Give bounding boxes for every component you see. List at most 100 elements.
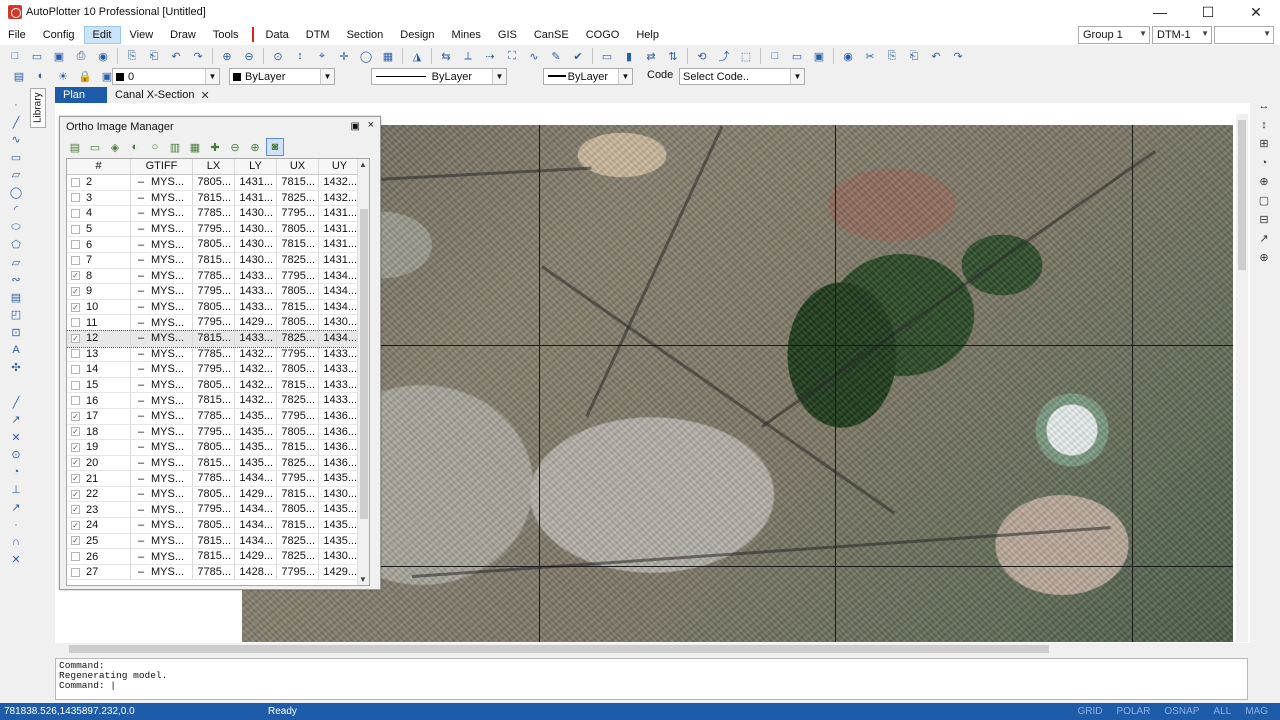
tab-plan[interactable]: Plan bbox=[55, 87, 107, 103]
save-icon[interactable]: ▣ bbox=[50, 47, 68, 65]
grid-icon[interactable]: ⊞ bbox=[1255, 134, 1273, 153]
table-row[interactable]: 14– MYS... 7795... 1432... 7805... 1433... bbox=[67, 362, 369, 378]
copy-icon[interactable]: ⎗ bbox=[145, 47, 163, 65]
match-icon[interactable]: ↷ bbox=[189, 47, 207, 65]
visibility-checkbox[interactable] bbox=[71, 193, 80, 203]
rotate-icon[interactable]: ◔ bbox=[1255, 153, 1273, 172]
menu-section[interactable]: Section bbox=[339, 27, 392, 43]
visibility-checkbox[interactable] bbox=[71, 349, 80, 359]
table-row[interactable]: 3– MYS... 7815... 1431... 7825... 1432... bbox=[67, 190, 369, 207]
circle-icon[interactable]: ⇢ bbox=[481, 47, 499, 65]
visibility-checkbox[interactable]: ✓ bbox=[71, 458, 80, 468]
visibility-checkbox[interactable]: ✓ bbox=[71, 411, 80, 421]
status-mode-polar[interactable]: POLAR bbox=[1117, 706, 1151, 717]
menu-draw[interactable]: Draw bbox=[162, 27, 204, 43]
scroll-down-icon[interactable]: ▼ bbox=[359, 575, 367, 584]
table-row[interactable]: 4– MYS... 7785... 1430... 7795... 1431... bbox=[67, 206, 369, 222]
table-row[interactable]: 16– MYS... 7815... 1432... 7825... 1433... bbox=[67, 393, 369, 409]
lineweight-combo[interactable]: ByLayer ▼ bbox=[543, 68, 633, 85]
intersection-icon[interactable]: ✕ bbox=[7, 429, 25, 447]
close-button[interactable]: ✕ bbox=[1232, 0, 1280, 24]
table-row[interactable]: 11– MYS... 7795... 1429... 7805... 1430... bbox=[67, 315, 369, 331]
status-mode-all[interactable]: ALL bbox=[1213, 706, 1231, 717]
scroll-up-icon[interactable]: ▲ bbox=[359, 160, 367, 169]
library-tab[interactable]: Library bbox=[30, 88, 46, 128]
insert-icon[interactable]: ▭ bbox=[788, 47, 806, 65]
mirror-icon[interactable]: ✎ bbox=[547, 47, 565, 65]
ellipse-icon[interactable]: ⬭ bbox=[7, 219, 25, 237]
table-row[interactable]: 2– MYS... 7805... 1431... 7815... 1432... bbox=[67, 175, 369, 191]
menu-canse[interactable]: CanSE bbox=[526, 27, 577, 43]
menu-file[interactable]: File bbox=[0, 27, 34, 43]
visibility-checkbox[interactable]: ✓ bbox=[71, 427, 80, 437]
extend-icon[interactable]: ⇄ bbox=[642, 47, 660, 65]
hatch-icon[interactable]: ▤ bbox=[7, 289, 25, 307]
block-icon[interactable]: □ bbox=[766, 47, 784, 65]
table-row[interactable]: 13– MYS... 7785... 1432... 7795... 1433... bbox=[67, 346, 369, 363]
open-icon[interactable]: ▭ bbox=[28, 47, 46, 65]
table-row[interactable]: ✓ 18– MYS... 7795... 1435... 7805... 1436... bbox=[67, 424, 369, 441]
line-left-icon[interactable]: ▭ bbox=[598, 47, 616, 65]
zoom-extents-icon[interactable]: ◯ bbox=[357, 47, 375, 65]
maximize-button[interactable]: ☐ bbox=[1184, 0, 1232, 24]
minus-icon[interactable]: ⊖ bbox=[226, 138, 244, 156]
visibility-checkbox[interactable] bbox=[71, 318, 80, 328]
rectangle-icon[interactable]: ▭ bbox=[7, 149, 25, 167]
offset-icon[interactable]: ↷ bbox=[949, 47, 967, 65]
color-combo[interactable]: ByLayer ▼ bbox=[229, 68, 335, 85]
menu-gis[interactable]: GIS bbox=[490, 27, 525, 43]
open-folder-icon[interactable]: ▭ bbox=[86, 138, 104, 156]
table-row[interactable]: 27– MYS... 7785... 1428... 7795... 1429... bbox=[67, 564, 369, 581]
visibility-checkbox[interactable]: ✓ bbox=[71, 536, 80, 546]
menu-design[interactable]: Design bbox=[392, 27, 442, 43]
trim-icon[interactable]: ⎘ bbox=[883, 47, 901, 65]
status-mode-grid[interactable]: GRID bbox=[1078, 706, 1103, 717]
add-image-icon[interactable]: ▤ bbox=[66, 138, 84, 156]
array-icon[interactable]: ✔ bbox=[569, 47, 587, 65]
orbit-icon[interactable]: ◮ bbox=[408, 47, 426, 65]
polyline-icon[interactable]: ∿ bbox=[7, 131, 25, 149]
column-header[interactable]: # bbox=[67, 159, 131, 174]
delete-icon[interactable]: ✕ bbox=[7, 551, 25, 569]
visibility-checkbox[interactable]: ✓ bbox=[71, 505, 80, 515]
command-input[interactable]: Command: | bbox=[59, 681, 1244, 691]
close-icon[interactable]: ✕ bbox=[201, 89, 210, 102]
spline-icon[interactable]: ∾ bbox=[7, 271, 25, 289]
polyline-icon[interactable]: ⇅ bbox=[664, 47, 682, 65]
visibility-checkbox[interactable] bbox=[71, 567, 80, 577]
bulb-icon[interactable]: ◐ bbox=[32, 67, 50, 85]
table-row[interactable]: ✓ 22– MYS... 7805... 1429... 7815... 1430... bbox=[67, 486, 369, 503]
table-row[interactable]: ✓ 24– MYS... 7805... 1434... 7815... 1435... bbox=[67, 518, 369, 534]
visibility-checkbox[interactable]: ✓ bbox=[71, 333, 80, 343]
zoom-in-icon[interactable]: ⌖ bbox=[313, 47, 331, 65]
visibility-checkbox[interactable] bbox=[71, 396, 80, 406]
construction-line-icon[interactable]: ╱ bbox=[7, 394, 25, 412]
horizontal-scrollbar[interactable] bbox=[55, 643, 1250, 655]
table-row[interactable]: ✓ 19– MYS... 7805... 1435... 7815... 1436... bbox=[67, 440, 369, 456]
minimize-button[interactable]: — bbox=[1136, 0, 1184, 24]
box-icon[interactable]: ▢ bbox=[1255, 191, 1273, 210]
preview-icon[interactable]: ◉ bbox=[94, 47, 112, 65]
scale-icon[interactable]: ↕ bbox=[1255, 115, 1273, 134]
zoom-out-icon[interactable]: ✛ bbox=[335, 47, 353, 65]
visibility-checkbox[interactable]: ✓ bbox=[71, 271, 80, 281]
image-icon[interactable]: ▥ bbox=[166, 138, 184, 156]
line-right-icon[interactable]: ▮ bbox=[620, 47, 638, 65]
tab-canal-x-section[interactable]: Canal X-Section ✕ bbox=[107, 87, 218, 103]
move-icon[interactable]: ⟂ bbox=[459, 47, 477, 65]
code-combo[interactable]: Select Code.. ▼ bbox=[679, 68, 805, 85]
vertical-scrollbar[interactable] bbox=[1236, 114, 1248, 642]
dtm-combo[interactable]: DTM-1 ▼ bbox=[1152, 26, 1212, 44]
table-row[interactable]: ✓ 20– MYS... 7815... 1435... 7825... 1436... bbox=[67, 455, 369, 472]
freeze-icon[interactable]: ☀ bbox=[54, 67, 72, 85]
attribute-icon[interactable]: ▣ bbox=[810, 47, 828, 65]
visibility-checkbox[interactable] bbox=[71, 240, 80, 250]
fillet-icon[interactable]: ⎗ bbox=[905, 47, 923, 65]
bulb-on-icon[interactable]: ◐ bbox=[126, 138, 144, 156]
center-icon[interactable]: ⊙ bbox=[7, 446, 25, 464]
line-icon[interactable]: ╱ bbox=[7, 114, 25, 132]
print-icon[interactable]: ⎙ bbox=[72, 47, 90, 65]
chamfer-icon[interactable]: ↶ bbox=[927, 47, 945, 65]
column-header[interactable]: UY bbox=[319, 159, 361, 174]
add-point-icon[interactable]: ⊕ bbox=[1255, 248, 1273, 267]
